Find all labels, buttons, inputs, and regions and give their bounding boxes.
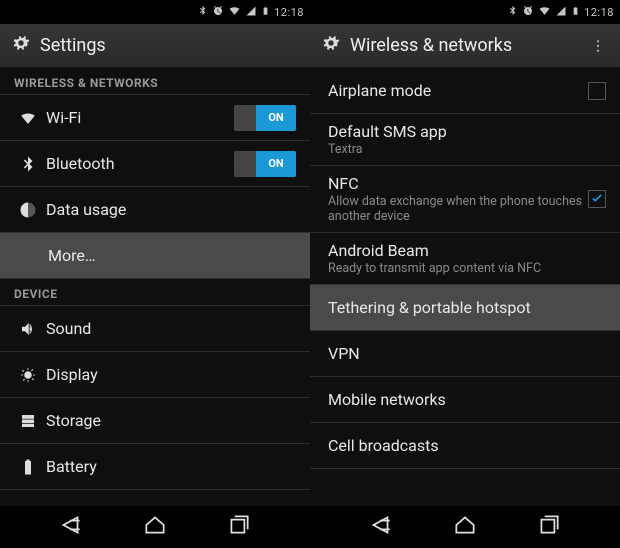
row-vpn[interactable]: VPN: [310, 331, 620, 377]
clock: 12:18: [274, 6, 304, 19]
wifi-icon: [538, 4, 551, 20]
wireless-list[interactable]: Airplane mode Default SMS app Textra NFC…: [310, 68, 620, 506]
row-label: Display: [42, 365, 296, 384]
settings-icon: [10, 32, 32, 59]
row-label: Battery: [42, 457, 296, 476]
battery-icon: [571, 4, 580, 21]
app-bar: Wireless & networks: [310, 24, 620, 68]
row-sublabel: Textra: [328, 142, 606, 157]
row-label: NFC: [328, 174, 588, 193]
row-label: Bluetooth: [42, 154, 234, 173]
row-text: Default SMS app Textra: [324, 122, 606, 157]
home-button[interactable]: [452, 512, 478, 542]
row-label: Wi-Fi: [42, 108, 234, 127]
wifi-toggle[interactable]: ON: [234, 105, 296, 131]
status-bar: 12:18: [0, 0, 310, 24]
page-title: Settings: [40, 35, 300, 56]
back-button[interactable]: [58, 512, 84, 542]
row-apps[interactable]: Apps: [0, 490, 310, 506]
navigation-bar: [310, 506, 620, 548]
wireless-networks-screen: 12:18 Wireless & networks Airplane mode …: [310, 0, 620, 548]
wifi-icon: [14, 109, 42, 127]
row-sublabel: Allow data exchange when the phone touch…: [328, 194, 588, 224]
row-label: Mobile networks: [324, 390, 606, 409]
row-sublabel: Ready to transmit app content via NFC: [328, 261, 606, 276]
sound-icon: [14, 320, 42, 338]
row-label: More…: [44, 246, 296, 265]
battery-icon: [14, 458, 42, 476]
row-label: Android Beam: [328, 241, 606, 260]
overflow-menu[interactable]: [586, 38, 610, 54]
clock: 12:18: [584, 6, 614, 19]
recent-button[interactable]: [536, 512, 562, 542]
settings-screen: 12:18 Settings WIRELESS & NETWORKS Wi-Fi…: [0, 0, 310, 548]
storage-icon: [14, 412, 42, 430]
row-cell-broadcasts[interactable]: Cell broadcasts: [310, 423, 620, 469]
row-label: Default SMS app: [328, 122, 606, 141]
row-label: Data usage: [42, 200, 296, 219]
row-default-sms[interactable]: Default SMS app Textra: [310, 114, 620, 166]
row-label: VPN: [324, 344, 606, 363]
alarm-icon: [212, 5, 224, 20]
battery-icon: [261, 4, 270, 21]
display-icon: [14, 366, 42, 384]
row-label: Cell broadcasts: [324, 436, 606, 455]
navigation-bar: [0, 506, 310, 548]
bluetooth-icon: [14, 155, 42, 173]
row-android-beam[interactable]: Android Beam Ready to transmit app conte…: [310, 233, 620, 285]
app-bar: Settings: [0, 24, 310, 68]
row-label: Sound: [42, 319, 296, 338]
section-wireless-header: WIRELESS & NETWORKS: [0, 68, 310, 95]
section-device-header: DEVICE: [0, 279, 310, 306]
row-mobile-networks[interactable]: Mobile networks: [310, 377, 620, 423]
toggle-label: ON: [256, 105, 296, 131]
row-bluetooth[interactable]: Bluetooth ON: [0, 141, 310, 187]
row-text: Android Beam Ready to transmit app conte…: [324, 241, 606, 276]
back-button[interactable]: [368, 512, 394, 542]
row-sound[interactable]: Sound: [0, 306, 310, 352]
row-display[interactable]: Display: [0, 352, 310, 398]
row-label: Storage: [42, 411, 296, 430]
row-label: Apps: [42, 503, 296, 506]
row-storage[interactable]: Storage: [0, 398, 310, 444]
row-label: Tethering & portable hotspot: [324, 298, 606, 317]
row-more[interactable]: More…: [0, 233, 310, 279]
bluetooth-toggle[interactable]: ON: [234, 151, 296, 177]
bluetooth-icon: [197, 5, 208, 19]
recent-button[interactable]: [226, 512, 252, 542]
page-title: Wireless & networks: [350, 35, 578, 56]
alarm-icon: [522, 5, 534, 20]
bluetooth-icon: [507, 5, 518, 19]
row-battery[interactable]: Battery: [0, 444, 310, 490]
settings-icon[interactable]: [320, 32, 342, 59]
row-label: Airplane mode: [324, 81, 588, 100]
settings-list[interactable]: WIRELESS & NETWORKS Wi-Fi ON Bluetooth O…: [0, 68, 310, 506]
wifi-icon: [228, 4, 241, 20]
row-tethering[interactable]: Tethering & portable hotspot: [310, 285, 620, 331]
airplane-checkbox[interactable]: [588, 82, 606, 100]
row-text: NFC Allow data exchange when the phone t…: [324, 174, 588, 224]
row-data-usage[interactable]: Data usage: [0, 187, 310, 233]
data-usage-icon: [14, 201, 42, 219]
signal-icon: [245, 5, 257, 20]
row-wifi[interactable]: Wi-Fi ON: [0, 95, 310, 141]
nfc-checkbox[interactable]: [588, 190, 606, 208]
home-button[interactable]: [142, 512, 168, 542]
row-nfc[interactable]: NFC Allow data exchange when the phone t…: [310, 166, 620, 233]
apps-icon: [14, 504, 42, 507]
status-bar: 12:18: [310, 0, 620, 24]
toggle-label: ON: [256, 151, 296, 177]
signal-icon: [555, 5, 567, 20]
row-airplane-mode[interactable]: Airplane mode: [310, 68, 620, 114]
